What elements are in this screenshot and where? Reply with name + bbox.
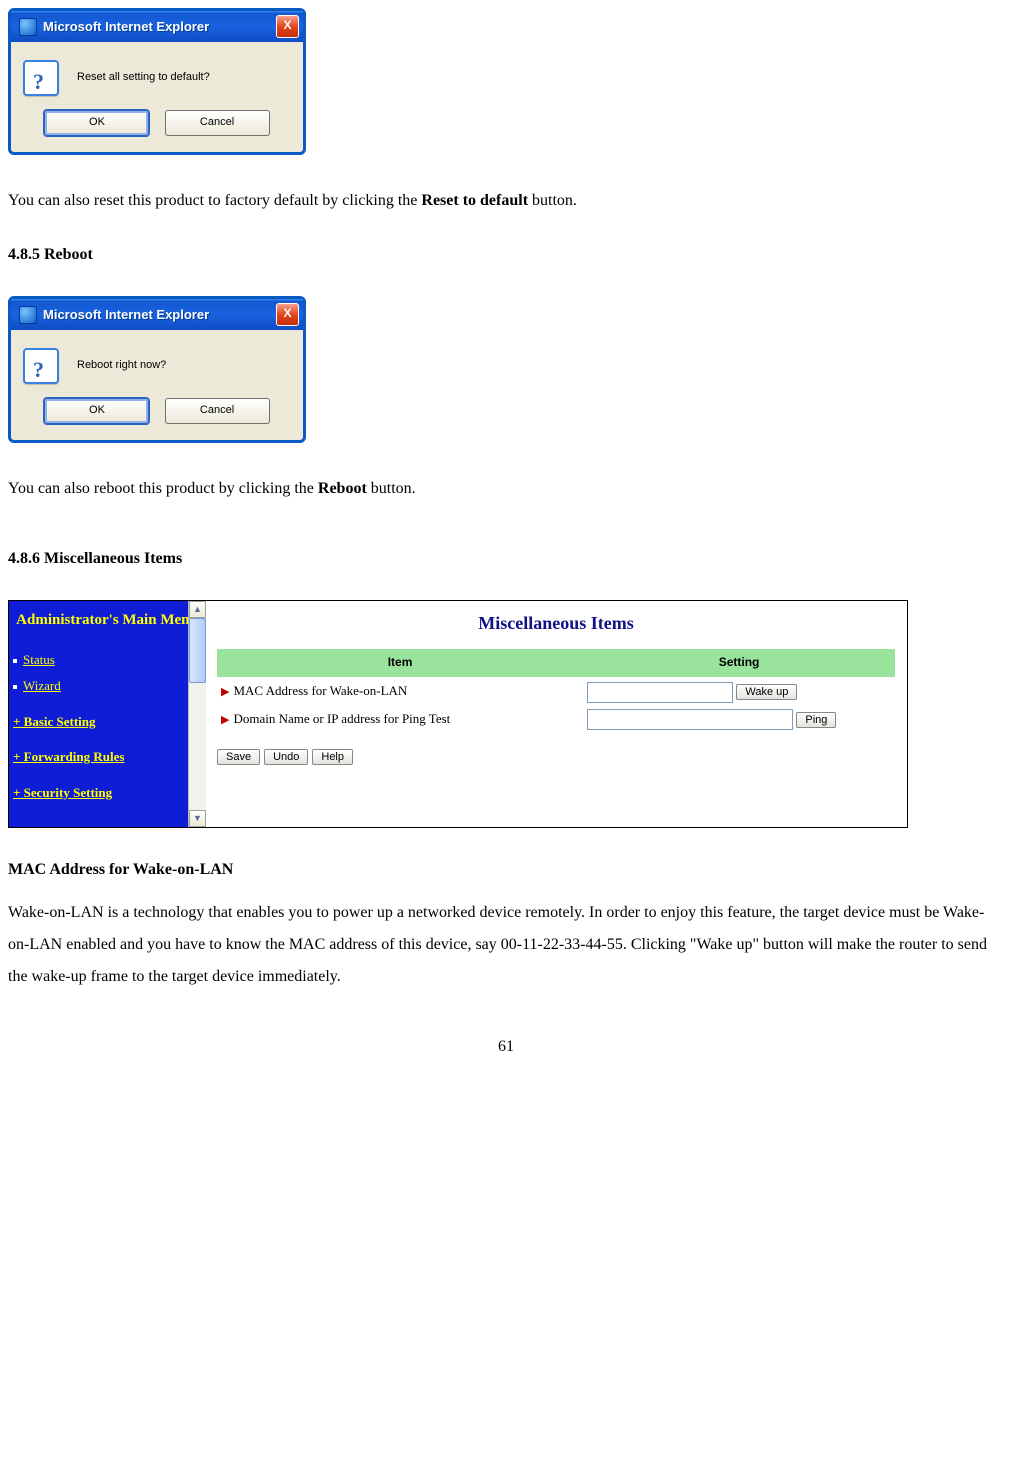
dialog-titlebar: Microsoft Internet Explorer X	[11, 299, 303, 330]
reset-paragraph: You can also reset this product to facto…	[8, 185, 1004, 217]
wake-up-button[interactable]: Wake up	[736, 684, 797, 700]
cancel-button[interactable]: Cancel	[165, 110, 270, 136]
bullet-icon	[13, 685, 17, 689]
dialog-titlebar: Microsoft Internet Explorer X	[11, 11, 303, 42]
sidebar-item-wizard[interactable]: Wizard	[13, 674, 201, 697]
sidebar-item-basic[interactable]: + Basic Setting	[13, 710, 201, 733]
ping-address-input[interactable]	[587, 709, 793, 730]
page-number: 61	[8, 1033, 1004, 1062]
section-misc-heading: 4.8.6 Miscellaneous Items	[8, 545, 1004, 574]
ie-logo-icon	[19, 306, 37, 324]
dialog-message: Reboot right now?	[77, 356, 166, 376]
ok-button[interactable]: OK	[44, 398, 149, 424]
dialog-message: Reset all setting to default?	[77, 68, 210, 88]
section-reboot-heading: 4.8.5 Reboot	[8, 241, 1004, 270]
ping-button[interactable]: Ping	[796, 712, 836, 728]
close-icon[interactable]: X	[276, 303, 299, 326]
router-admin-screenshot: Administrator's Main Menu Status Wizard …	[8, 600, 908, 828]
col-item-header: Item	[217, 649, 583, 677]
close-icon[interactable]: X	[276, 15, 299, 38]
table-row: ▶MAC Address for Wake-on-LAN Wake up	[217, 677, 895, 705]
reboot-paragraph: You can also reboot this product by clic…	[8, 473, 1004, 505]
scroll-thumb[interactable]	[189, 618, 206, 683]
mac-address-input[interactable]	[587, 682, 733, 703]
router-content: Miscellaneous Items Item Setting ▶MAC Ad…	[205, 601, 907, 827]
table-row: ▶Domain Name or IP address for Ping Test…	[217, 705, 895, 733]
admin-sidebar: Administrator's Main Menu Status Wizard …	[9, 601, 205, 827]
reset-dialog: Microsoft Internet Explorer X Reset all …	[8, 8, 306, 155]
bullet-icon	[13, 659, 17, 663]
question-icon	[23, 348, 59, 384]
reboot-dialog: Microsoft Internet Explorer X Reboot rig…	[8, 296, 306, 443]
question-icon	[23, 60, 59, 96]
save-button[interactable]: Save	[217, 749, 260, 765]
mac-paragraph: Wake-on-LAN is a technology that enables…	[8, 897, 1004, 993]
ok-button[interactable]: OK	[44, 110, 149, 136]
sidebar-item-security[interactable]: + Security Setting	[13, 781, 201, 804]
ie-logo-icon	[19, 18, 37, 36]
scroll-up-icon[interactable]: ▲	[189, 601, 206, 618]
dialog-title: Microsoft Internet Explorer	[43, 15, 276, 38]
content-title: Miscellaneous Items	[217, 607, 895, 639]
arrow-icon: ▶	[221, 686, 229, 698]
mac-subheading: MAC Address for Wake-on-LAN	[8, 856, 1004, 885]
sidebar-title: Administrator's Main Menu	[13, 607, 201, 634]
cancel-button[interactable]: Cancel	[165, 398, 270, 424]
sidebar-item-status[interactable]: Status	[13, 648, 201, 671]
arrow-icon: ▶	[221, 714, 229, 726]
sidebar-item-forwarding[interactable]: + Forwarding Rules	[13, 745, 201, 768]
col-setting-header: Setting	[583, 649, 895, 677]
help-button[interactable]: Help	[312, 749, 353, 765]
undo-button[interactable]: Undo	[264, 749, 308, 765]
misc-items-table: Item Setting ▶MAC Address for Wake-on-LA…	[217, 649, 895, 732]
dialog-title: Microsoft Internet Explorer	[43, 303, 276, 326]
scroll-down-icon[interactable]: ▼	[189, 810, 206, 827]
sidebar-scrollbar[interactable]: ▲ ▼	[188, 601, 206, 827]
